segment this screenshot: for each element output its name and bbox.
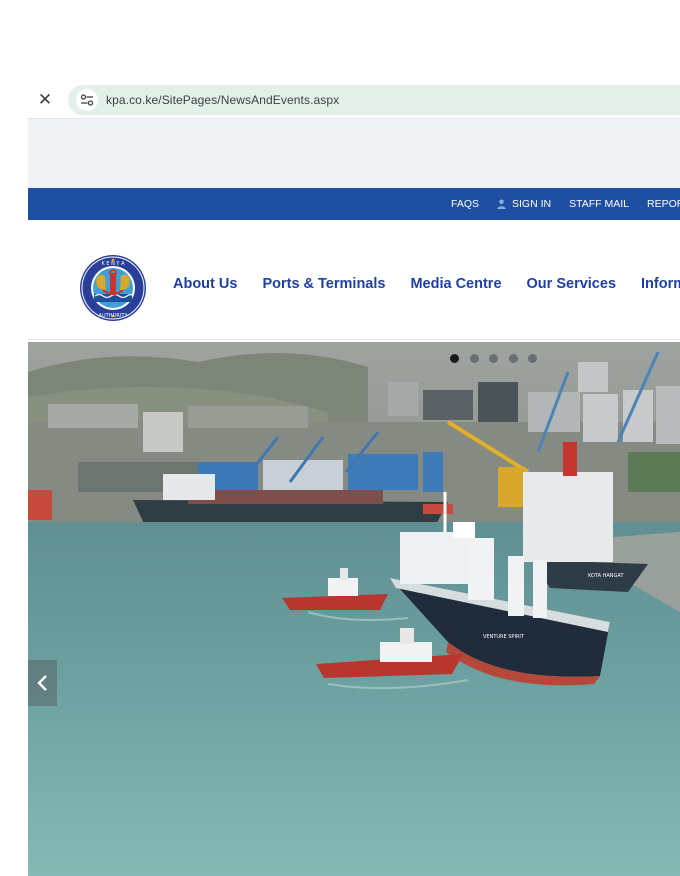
main-nav: About Us Ports & Terminals Media Centre …	[173, 276, 680, 292]
url-text: kpa.co.ke/SitePages/NewsAndEvents.aspx	[106, 93, 340, 107]
user-icon	[497, 199, 506, 209]
site-header: K E N Y A AUTHORITY About Us Ports & Ter…	[28, 220, 680, 340]
sign-in-link[interactable]: SIGN IN	[497, 198, 551, 210]
report-link[interactable]: REPORT CO	[647, 198, 680, 210]
nav-our-services[interactable]: Our Services	[527, 276, 616, 292]
staff-mail-link[interactable]: STAFF MAIL	[569, 198, 629, 210]
nav-media-centre[interactable]: Media Centre	[410, 276, 501, 292]
hero-port-image: KOTA HANGAT VENTURE SPIRIT	[28, 342, 680, 876]
nav-information[interactable]: Inform	[641, 276, 680, 292]
faqs-label: FAQS	[451, 198, 480, 210]
faqs-link[interactable]: FAQS	[451, 198, 479, 210]
carousel-dot-1[interactable]	[450, 354, 459, 363]
carousel-indicators	[450, 354, 548, 363]
carousel-dot-3[interactable]	[489, 354, 498, 363]
carousel-prev-button[interactable]	[28, 660, 57, 706]
browser-address-bar: ✕ kpa.co.ke/SitePages/NewsAndEvents.aspx	[28, 82, 680, 118]
chevron-left-icon	[36, 674, 50, 692]
svg-text:AUTHORITY: AUTHORITY	[99, 313, 129, 319]
carousel-dot-5[interactable]	[528, 354, 537, 363]
page-top-band	[28, 118, 680, 188]
svg-text:K E N Y A: K E N Y A	[101, 261, 125, 267]
kpa-logo[interactable]: K E N Y A AUTHORITY	[79, 254, 147, 322]
ship-name-venture: VENTURE SPIRIT	[483, 634, 525, 640]
tune-icon[interactable]	[76, 89, 98, 111]
nav-ports-terminals[interactable]: Ports & Terminals	[262, 276, 385, 292]
close-icon[interactable]: ✕	[28, 82, 62, 118]
ship-name-kota: KOTA HANGAT	[588, 573, 624, 579]
utility-bar: FAQS SIGN IN STAFF MAIL REPORT CO	[28, 188, 680, 220]
nav-about-us[interactable]: About Us	[173, 276, 237, 292]
hero-carousel: KOTA HANGAT VENTURE SPIRIT	[28, 342, 680, 876]
carousel-dot-2[interactable]	[469, 354, 479, 363]
report-label: REPORT CO	[647, 198, 680, 210]
sign-in-label: SIGN IN	[512, 198, 552, 210]
staff-mail-label: STAFF MAIL	[569, 198, 630, 210]
carousel-dot-4[interactable]	[508, 354, 518, 363]
url-field[interactable]: kpa.co.ke/SitePages/NewsAndEvents.aspx	[68, 85, 680, 115]
